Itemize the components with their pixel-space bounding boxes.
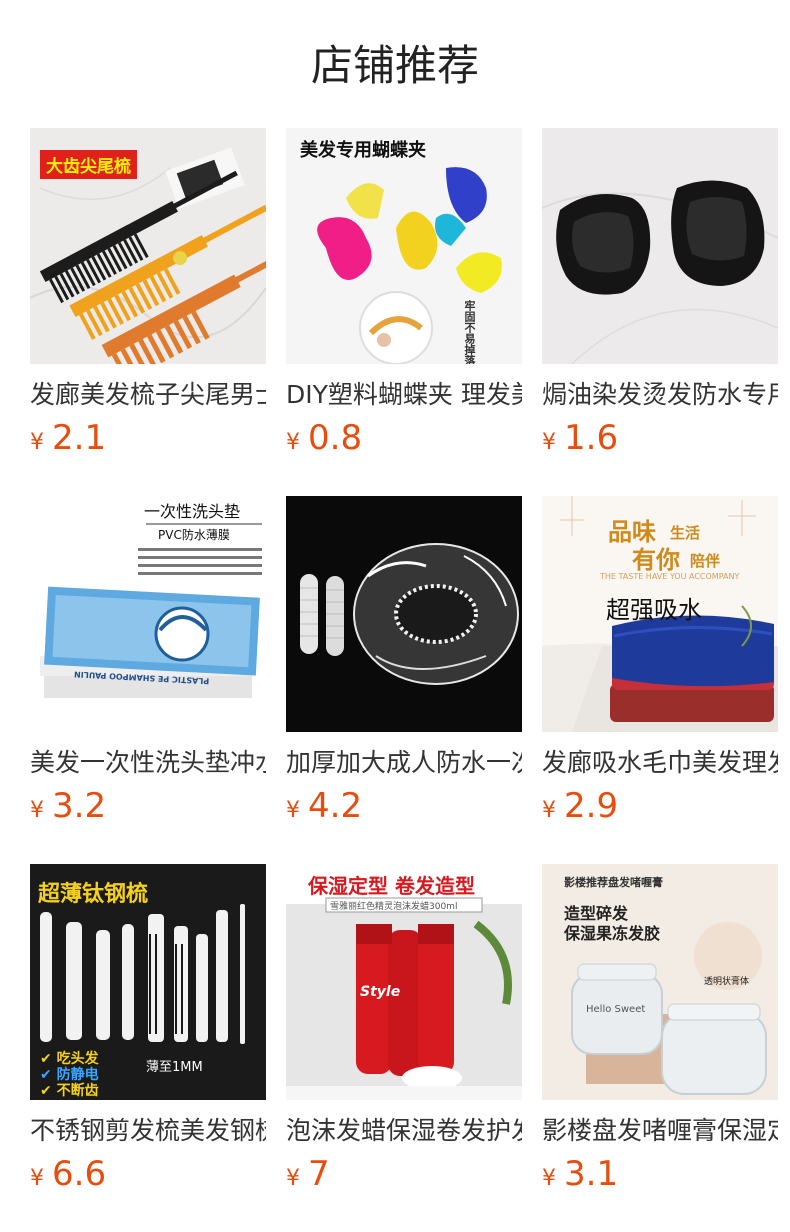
product-image[interactable]: 超薄钛钢梳 ✔ 吃头发 ✔ 防静电 ✔ 不断齿 薄至1MM [30, 864, 266, 1100]
product-card[interactable]: 影楼推荐盘发啫喱膏 造型碎发 保湿果冻发胶 透明状膏体 Hello Sweet … [542, 864, 778, 1232]
product-card[interactable]: 一次性洗头垫 PVC防水薄膜 PLASTIC PE SHAMPOO PAULIN… [30, 496, 266, 864]
product-card[interactable]: 大齿尖尾梳 发廊美发梳子尖尾男士 ¥2.1 [30, 128, 266, 496]
product-price: ¥6.6 [30, 1152, 266, 1196]
store-recommendations-page: 店铺推荐 大齿尖尾梳 发廊美发梳子尖尾男士 ¥ 2.1 美发专用蝴蝶夹 牢固不易… [0, 0, 790, 1232]
product-price: ¥7 [286, 1152, 522, 1196]
shampoo-pad-product-image [30, 496, 266, 732]
product-name[interactable]: 影楼盘发啫喱膏保湿定 [542, 1114, 778, 1148]
product-name[interactable]: 不锈钢剪发梳美发钢梳 [30, 1114, 266, 1148]
product-tag: 美发专用蝴蝶夹 [300, 140, 426, 161]
currency-symbol: ¥ [30, 1166, 44, 1191]
product-image[interactable] [286, 496, 522, 732]
hair-clip-product-image [286, 128, 522, 364]
price-value: 0.8 [308, 418, 363, 458]
product-tag: 有你 [632, 546, 680, 574]
product-card[interactable]: 焗油染发烫发防水专用 ¥1.6 [542, 128, 778, 496]
product-name[interactable]: 发廊吸水毛巾美发理发 [542, 746, 778, 780]
product-tag: 保湿定型 卷发造型 [308, 874, 475, 898]
product-card[interactable]: 加厚加大成人防水一次 ¥4.2 [286, 496, 522, 864]
product-price: ¥2.9 [542, 784, 778, 828]
product-row: 大齿尖尾梳 发廊美发梳子尖尾男士 ¥2.1 美发专用蝴蝶夹 牢固不易掉落 DIY… [30, 128, 780, 496]
product-image[interactable]: 大齿尖尾梳 [30, 128, 266, 364]
product-card[interactable]: 超薄钛钢梳 ✔ 吃头发 ✔ 防静电 ✔ 不断齿 薄至1MM 不锈钢剪发梳美发钢梳… [30, 864, 266, 1232]
product-tag: Style [360, 984, 401, 1000]
product-tag: 保湿果冻发胶 [564, 924, 661, 943]
product-tag: 透明状膏体 [704, 977, 750, 987]
product-card[interactable]: 品味 生活 有你 陪伴 THE TASTE HAVE YOU ACCOMPANY… [542, 496, 778, 864]
ear-cover-product-image [542, 128, 778, 364]
product-tag: ✔ 不断齿 [40, 1083, 99, 1099]
price-value: 1.6 [564, 418, 619, 458]
product-tag: 超薄钛钢梳 [38, 882, 149, 907]
product-tag: Hello Sweet [586, 1004, 646, 1015]
product-tag: 影楼推荐盘发啫喱膏 [564, 876, 663, 889]
product-name[interactable]: 美发一次性洗头垫冲水 [30, 746, 266, 780]
price-value: 2.1 [52, 418, 107, 458]
product-image[interactable]: 品味 生活 有你 陪伴 THE TASTE HAVE YOU ACCOMPANY… [542, 496, 778, 732]
product-tag: PVC防水薄膜 [158, 528, 230, 542]
product-price: ¥0.8 [286, 416, 522, 460]
product-name[interactable]: 焗油染发烫发防水专用 [542, 378, 778, 412]
price-value: 7 [308, 1154, 330, 1194]
product-tag: 陪伴 [690, 552, 721, 570]
product-tag: 超强吸水 [606, 596, 702, 624]
product-card[interactable]: 美发专用蝴蝶夹 牢固不易掉落 DIY塑料蝴蝶夹 理发美 ¥0.8 [286, 128, 522, 496]
price-value: 2.9 [564, 786, 619, 826]
product-price: ¥3.1 [542, 1152, 778, 1196]
product-tag: 薄至1MM [146, 1060, 203, 1075]
currency-symbol: ¥ [30, 430, 44, 455]
product-grid: 大齿尖尾梳 发廊美发梳子尖尾男士 ¥2.1 美发专用蝴蝶夹 牢固不易掉落 DIY… [30, 128, 780, 1232]
product-image[interactable]: 美发专用蝴蝶夹 牢固不易掉落 [286, 128, 522, 364]
price-value: 6.6 [52, 1154, 107, 1194]
product-price: ¥1.6 [542, 416, 778, 460]
currency-symbol: ¥ [542, 798, 556, 823]
product-name[interactable]: 泡沫发蜡保湿卷发护发 [286, 1114, 522, 1148]
product-tag: 牢固不易掉落 [463, 300, 476, 364]
product-row: 超薄钛钢梳 ✔ 吃头发 ✔ 防静电 ✔ 不断齿 薄至1MM 不锈钢剪发梳美发钢梳… [30, 864, 780, 1232]
product-tag: THE TASTE HAVE YOU ACCOMPANY [600, 572, 740, 581]
product-tag: 一次性洗头垫 [144, 502, 241, 521]
product-price: ¥2.1 [30, 416, 266, 460]
shower-cap-product-image [286, 496, 522, 732]
currency-symbol: ¥ [286, 1166, 300, 1191]
product-image[interactable]: 一次性洗头垫 PVC防水薄膜 PLASTIC PE SHAMPOO PAULIN [30, 496, 266, 732]
currency-symbol: ¥ [30, 798, 44, 823]
product-tag: 大齿尖尾梳 [40, 150, 137, 179]
currency-symbol: ¥ [542, 1166, 556, 1191]
product-image[interactable] [542, 128, 778, 364]
product-price: ¥3.2 [30, 784, 266, 828]
product-tag: 雪雅丽红色精灵泡沫发蜡300ml [330, 902, 458, 912]
currency-symbol: ¥ [542, 430, 556, 455]
product-image[interactable]: 保湿定型 卷发造型 雪雅丽红色精灵泡沫发蜡300ml Style [286, 864, 522, 1100]
price-value: 3.2 [52, 786, 107, 826]
product-price: ¥4.2 [286, 784, 522, 828]
product-image[interactable]: 影楼推荐盘发啫喱膏 造型碎发 保湿果冻发胶 透明状膏体 Hello Sweet [542, 864, 778, 1100]
price-value: 4.2 [308, 786, 363, 826]
page-title: 店铺推荐 [310, 41, 479, 90]
product-name[interactable]: 加厚加大成人防水一次 [286, 746, 522, 780]
product-row: 一次性洗头垫 PVC防水薄膜 PLASTIC PE SHAMPOO PAULIN… [30, 496, 780, 864]
product-name[interactable]: 发廊美发梳子尖尾男士 [30, 378, 266, 412]
currency-symbol: ¥ [286, 430, 300, 455]
product-card[interactable]: 保湿定型 卷发造型 雪雅丽红色精灵泡沫发蜡300ml Style 泡沫发蜡保湿卷… [286, 864, 522, 1232]
product-name[interactable]: DIY塑料蝴蝶夹 理发美 [286, 378, 522, 412]
currency-symbol: ¥ [286, 798, 300, 823]
price-value: 3.1 [564, 1154, 619, 1194]
